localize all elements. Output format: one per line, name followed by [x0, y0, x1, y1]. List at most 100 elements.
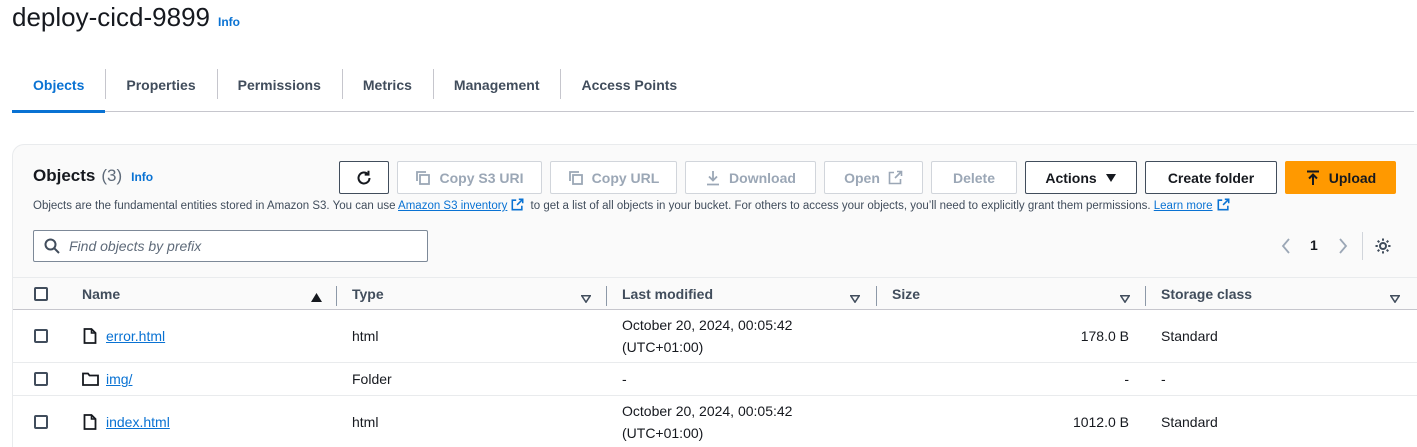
tab-label: Access Points	[581, 77, 678, 93]
object-size: 178.0 B	[1080, 328, 1129, 344]
tab-management[interactable]: Management	[432, 58, 561, 112]
column-header-storage-class[interactable]: Storage class	[1161, 278, 1252, 309]
modified-date: October 20, 2024, 00:05:42	[622, 403, 793, 419]
modified-timezone: (UTC+01:00)	[622, 339, 704, 355]
folder-icon	[82, 372, 99, 386]
tab-metrics[interactable]: Metrics	[341, 58, 433, 112]
pagination-divider	[1362, 232, 1363, 260]
search-icon	[44, 238, 60, 254]
delete-label: Delete	[952, 169, 996, 186]
title-info-link[interactable]: Info	[218, 15, 240, 29]
table-row: error.html html October 20, 2024, 00:05:…	[13, 310, 1417, 363]
upload-button[interactable]: Upload	[1285, 161, 1396, 194]
next-page-icon[interactable]	[1338, 238, 1348, 254]
description-text: to get a list of all objects in your buc…	[527, 200, 1154, 212]
copy-url-button[interactable]: Copy URL	[550, 161, 677, 194]
object-type: html	[352, 328, 379, 344]
row-checkbox[interactable]	[34, 329, 48, 343]
delete-button[interactable]: Delete	[931, 161, 1017, 194]
previous-page-icon[interactable]	[1281, 238, 1291, 254]
file-icon	[83, 414, 97, 430]
object-size: -	[1124, 371, 1129, 387]
create-folder-button[interactable]: Create folder	[1145, 161, 1277, 194]
column-divider[interactable]	[876, 286, 877, 306]
external-link-icon	[888, 170, 903, 185]
tab-bar: Objects Properties Permissions Metrics M…	[12, 58, 1414, 113]
sort-icon[interactable]	[580, 290, 592, 308]
table-row: index.html html October 20, 2024, 00:05:…	[13, 396, 1417, 447]
row-checkbox[interactable]	[34, 372, 48, 386]
sort-icon[interactable]	[849, 290, 861, 308]
column-header-size[interactable]: Size	[892, 278, 920, 309]
object-storage-class: Standard	[1161, 328, 1218, 344]
objects-title: Objects	[33, 166, 96, 185]
sort-ascending-icon[interactable]	[311, 289, 322, 307]
s3-inventory-link[interactable]: Amazon S3 inventory	[398, 200, 507, 212]
copy-s3-uri-button[interactable]: Copy S3 URI	[397, 161, 542, 194]
object-storage-class: -	[1161, 371, 1166, 387]
sort-icon[interactable]	[1119, 290, 1131, 308]
objects-info-link[interactable]: Info	[131, 170, 153, 184]
table-row: img/ Folder - - -	[13, 363, 1417, 396]
table-header: Name Type Last modified Size Storage cla…	[13, 277, 1417, 310]
description-text: Objects are the fundamental entities sto…	[33, 200, 399, 212]
objects-count: (3)	[101, 166, 123, 185]
bucket-title: deploy-cicd-9899 Info	[12, 2, 240, 33]
object-name-link[interactable]: img/	[106, 363, 132, 395]
copy-s3-uri-label: Copy S3 URI	[439, 169, 524, 186]
select-all-checkbox[interactable]	[34, 287, 48, 301]
file-icon	[83, 328, 97, 344]
objects-panel: Objects (3) Info Copy S3 URI Copy URL Do…	[12, 144, 1417, 447]
create-folder-label: Create folder	[1167, 169, 1255, 186]
object-last-modified: October 20, 2024, 00:05:42 (UTC+01:00)	[622, 310, 792, 362]
learn-more-link[interactable]: Learn more	[1154, 200, 1213, 212]
copy-icon	[415, 170, 431, 186]
column-divider[interactable]	[336, 286, 337, 306]
tab-properties[interactable]: Properties	[105, 58, 216, 112]
column-header-type[interactable]: Type	[352, 278, 384, 309]
search-box	[33, 230, 428, 262]
object-type: html	[352, 414, 379, 430]
tab-objects[interactable]: Objects	[12, 58, 106, 113]
gear-icon[interactable]	[1374, 237, 1392, 255]
column-divider[interactable]	[606, 286, 607, 306]
tab-label: Permissions	[237, 77, 321, 93]
modified-timezone: (UTC+01:00)	[622, 425, 704, 441]
objects-description: Objects are the fundamental entities sto…	[33, 198, 1233, 214]
object-name-link[interactable]: index.html	[106, 396, 170, 447]
actions-label: Actions	[1045, 169, 1097, 186]
external-link-icon	[511, 198, 524, 214]
page-title: deploy-cicd-9899	[12, 2, 211, 32]
current-page[interactable]: 1	[1310, 237, 1318, 253]
column-header-name[interactable]: Name	[82, 278, 120, 309]
object-storage-class: Standard	[1161, 414, 1218, 430]
actions-dropdown-button[interactable]: Actions	[1025, 161, 1137, 194]
column-divider[interactable]	[1145, 286, 1146, 306]
objects-heading: Objects (3) Info	[33, 166, 153, 186]
open-label: Open	[844, 169, 880, 186]
column-header-last-modified[interactable]: Last modified	[622, 278, 713, 309]
object-last-modified: -	[622, 371, 627, 387]
tab-label: Objects	[33, 77, 85, 93]
tab-label: Management	[453, 77, 540, 93]
upload-icon	[1305, 170, 1321, 186]
download-button[interactable]: Download	[685, 161, 816, 194]
download-label: Download	[729, 169, 796, 186]
download-icon	[705, 170, 721, 186]
modified-date: October 20, 2024, 00:05:42	[622, 317, 793, 333]
object-name-link[interactable]: error.html	[106, 310, 165, 362]
open-button[interactable]: Open	[824, 161, 923, 194]
object-type: Folder	[352, 371, 392, 387]
sort-icon[interactable]	[1389, 290, 1401, 308]
tab-access-points[interactable]: Access Points	[560, 58, 698, 112]
tab-label: Properties	[126, 77, 196, 93]
refresh-button[interactable]	[339, 161, 389, 194]
object-size: 1012.0 B	[1072, 414, 1129, 430]
row-checkbox[interactable]	[34, 415, 48, 429]
caret-down-icon	[1105, 173, 1117, 183]
refresh-icon	[355, 169, 373, 187]
copy-icon	[568, 170, 584, 186]
search-input[interactable]	[69, 238, 409, 254]
tab-permissions[interactable]: Permissions	[216, 58, 342, 112]
upload-label: Upload	[1328, 169, 1377, 186]
